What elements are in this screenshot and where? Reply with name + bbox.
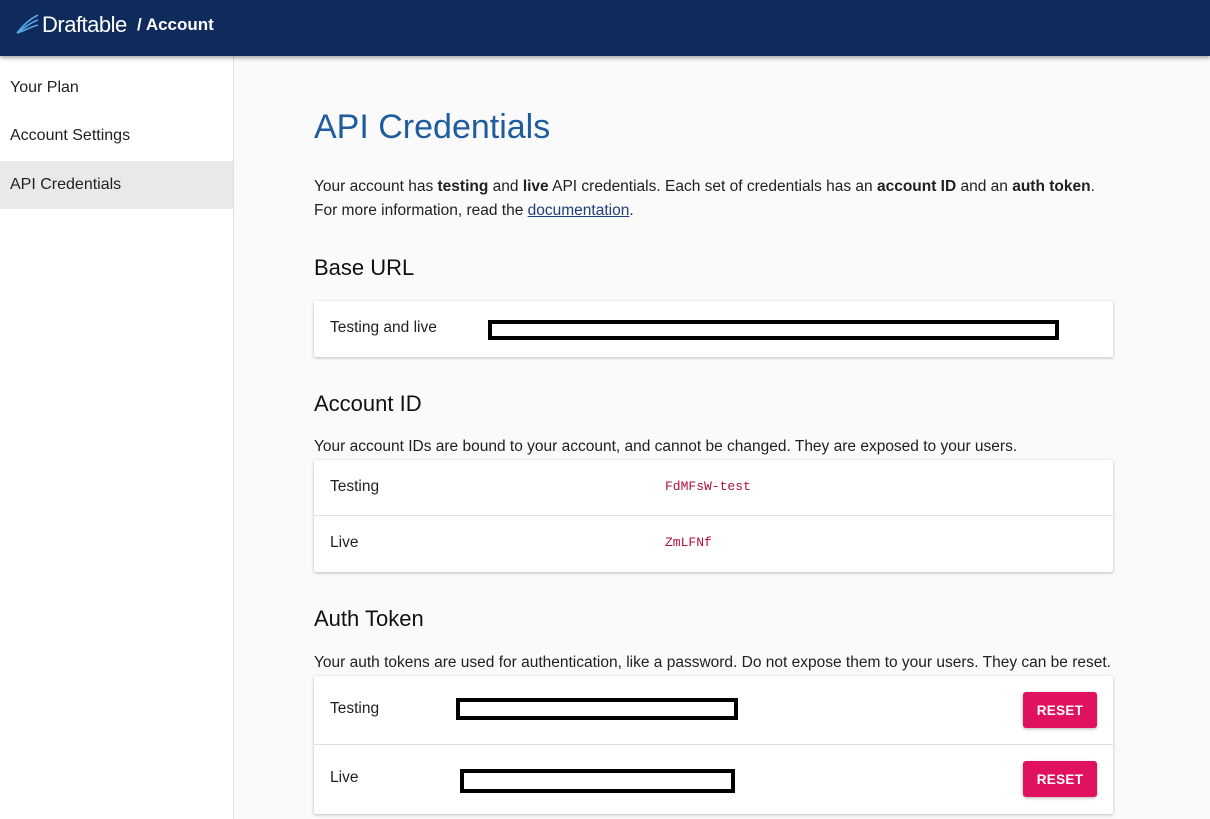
documentation-link[interactable]: documentation xyxy=(528,202,630,219)
sidebar-item-account-settings[interactable]: Account Settings xyxy=(0,112,233,160)
auth-token-description: Your auth tokens are used for authentica… xyxy=(314,654,1111,671)
draftable-logo-icon[interactable] xyxy=(14,12,40,36)
redacted-base-url xyxy=(488,320,1059,340)
base-url-card: Testing and live xyxy=(314,301,1113,357)
auth-token-row-live: Live RESET xyxy=(314,745,1113,814)
top-app-bar: Draftable / Account xyxy=(0,0,1210,56)
intro-text: Your account has testing and live API cr… xyxy=(314,178,1095,219)
main-content: API Credentials Your account has testing… xyxy=(234,56,1210,819)
sidebar-item-label: API Credentials xyxy=(10,176,122,193)
row-label: Testing and live xyxy=(330,319,437,336)
base-url-row: Testing and live xyxy=(314,301,1113,357)
sidebar: Your Plan Account Settings API Credentia… xyxy=(0,56,234,819)
account-id-description: Your account IDs are bound to your accou… xyxy=(314,438,1018,455)
row-label: Live xyxy=(330,769,359,786)
sidebar-item-label: Account Settings xyxy=(10,127,131,144)
row-label: Testing xyxy=(330,478,380,495)
base-url-heading: Base URL xyxy=(314,255,415,280)
brand-name[interactable]: Draftable xyxy=(42,12,127,38)
redacted-auth-token xyxy=(460,769,735,793)
auth-token-row-testing: Testing RESET xyxy=(314,676,1113,745)
reset-testing-token-button[interactable]: RESET xyxy=(1023,692,1097,728)
breadcrumb: / Account xyxy=(137,15,214,34)
auth-token-heading: Auth Token xyxy=(314,606,424,631)
row-label: Live xyxy=(330,534,359,551)
sidebar-item-your-plan[interactable]: Your Plan xyxy=(0,64,233,112)
sidebar-item-api-credentials[interactable]: API Credentials xyxy=(0,161,233,209)
sidebar-item-label: Your Plan xyxy=(10,79,79,96)
account-id-value[interactable]: FdMFsW-test xyxy=(665,460,751,514)
reset-live-token-button[interactable]: RESET xyxy=(1023,761,1097,797)
account-id-value[interactable]: ZmLFNf xyxy=(665,516,712,570)
account-id-row-live: Live ZmLFNf xyxy=(314,516,1113,572)
page-title: API Credentials xyxy=(314,108,551,146)
auth-token-card: Testing RESET Live RESET xyxy=(314,676,1113,814)
row-label: Testing xyxy=(330,700,380,717)
account-id-heading: Account ID xyxy=(314,391,422,416)
redacted-auth-token xyxy=(456,698,738,720)
account-id-row-testing: Testing FdMFsW-test xyxy=(314,460,1113,516)
account-id-card: Testing FdMFsW-test Live ZmLFNf xyxy=(314,460,1113,572)
